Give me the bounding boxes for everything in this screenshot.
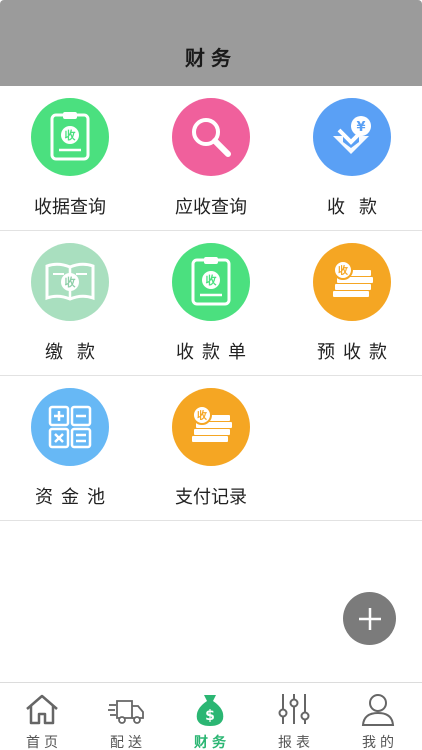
cash-stack-icon: 收 — [313, 243, 391, 321]
pay-in-label: 缴款 — [45, 342, 109, 363]
user-icon — [361, 694, 395, 726]
advance-payment-button[interactable]: 收 预收款 — [282, 231, 422, 375]
svg-text:收: 收 — [65, 275, 76, 289]
page-title: 财务 — [185, 46, 237, 70]
tab-delivery-label: 配送 — [110, 735, 146, 750]
plus-icon — [358, 607, 381, 630]
tab-reports-label: 报表 — [278, 735, 314, 750]
fund-pool-label: 资金池 — [35, 487, 113, 508]
receivable-query-label: 应收查询 — [175, 197, 247, 218]
search-icon — [172, 98, 250, 176]
grid-row-1: 收 收据查询 应收查询 ¥ 收款 — [0, 86, 422, 231]
add-button[interactable] — [343, 592, 396, 645]
svg-text:收: 收 — [197, 409, 207, 422]
fund-pool-button[interactable]: 资金池 — [0, 376, 140, 520]
tab-finance-label: 财务 — [194, 735, 230, 750]
calculator-icon — [31, 388, 109, 466]
grid-row-3: 资金池 收 支付记录 — [0, 376, 422, 521]
money-bag-icon: $ — [196, 695, 224, 726]
receipt-slip-button[interactable]: 收 收款单 — [141, 231, 281, 375]
svg-text:收: 收 — [338, 264, 348, 277]
finance-function-grid: 收 收据查询 应收查询 ¥ 收款 收 缴款 收 收款单 收 预收款 资金池 收 … — [0, 86, 422, 521]
collect-payment-button[interactable]: ¥ 收款 — [282, 86, 422, 230]
svg-text:¥: ¥ — [356, 120, 365, 135]
tab-home[interactable]: 首页 — [0, 683, 84, 750]
cash-stack-icon: 收 — [172, 388, 250, 466]
svg-text:$: $ — [205, 708, 215, 724]
sliders-icon — [278, 694, 310, 724]
tab-reports[interactable]: 报表 — [252, 683, 336, 750]
receipt-query-button[interactable]: 收 收据查询 — [0, 86, 140, 230]
payment-records-label: 支付记录 — [175, 487, 247, 508]
svg-text:收: 收 — [206, 273, 217, 287]
tab-me-label: 我的 — [362, 735, 398, 750]
receivable-query-button[interactable]: 应收查询 — [141, 86, 281, 230]
app-header: 财务 — [0, 0, 422, 86]
home-icon — [26, 694, 58, 725]
tab-finance[interactable]: $ 财务 — [168, 683, 252, 750]
delivery-truck-icon — [108, 700, 144, 724]
receipt-icon: 收 — [172, 243, 250, 321]
advance-payment-label: 预收款 — [317, 342, 395, 363]
pay-in-button[interactable]: 收 缴款 — [0, 231, 140, 375]
tab-home-label: 首页 — [26, 735, 62, 750]
svg-text:收: 收 — [65, 128, 76, 142]
receipt-slip-label: 收款单 — [176, 342, 254, 363]
receipt-icon: 收 — [31, 98, 109, 176]
book-payment-icon: 收 — [31, 243, 109, 321]
bottom-tab-bar: 首页 配送 $ 财务 报表 我的 — [0, 682, 422, 750]
payment-records-button[interactable]: 收 支付记录 — [141, 376, 281, 520]
tab-me[interactable]: 我的 — [336, 683, 420, 750]
grid-row-2: 收 缴款 收 收款单 收 预收款 — [0, 231, 422, 376]
yen-receive-icon: ¥ — [313, 98, 391, 176]
collect-payment-label: 收款 — [327, 197, 391, 218]
tab-delivery[interactable]: 配送 — [84, 683, 168, 750]
receipt-query-label: 收据查询 — [34, 197, 106, 218]
